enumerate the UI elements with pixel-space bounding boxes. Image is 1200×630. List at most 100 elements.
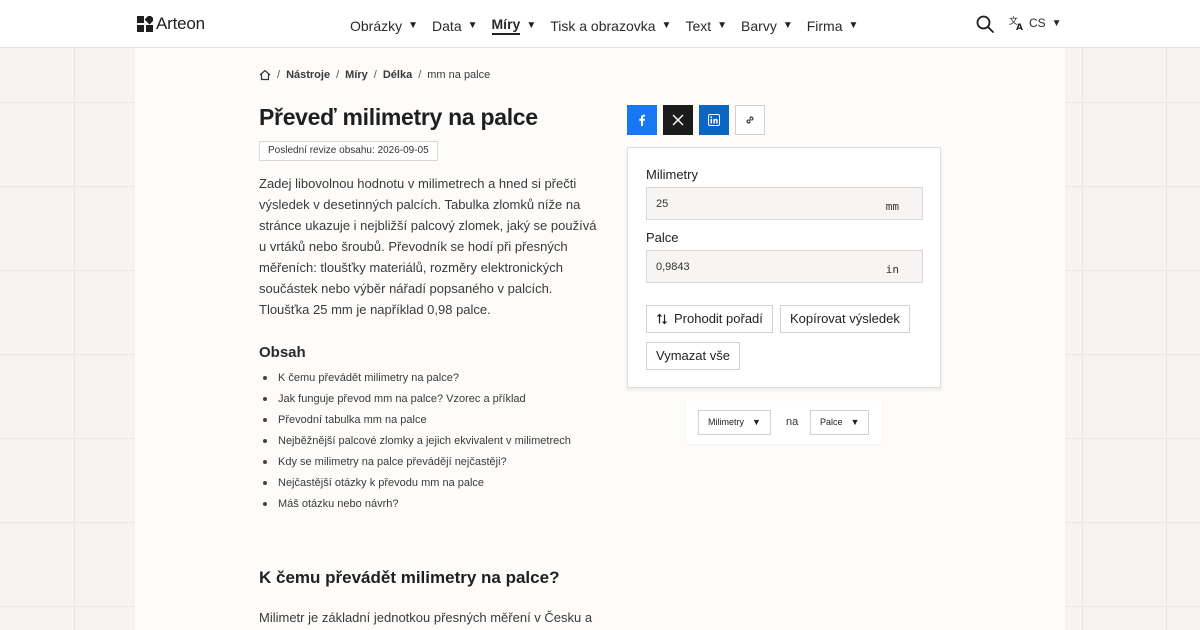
millimeters-unit: mm: [885, 200, 899, 213]
logo[interactable]: Arteon: [137, 14, 205, 34]
nav-item-data[interactable]: Data ▼: [432, 16, 477, 35]
breadcrumb-separator: /: [373, 69, 377, 81]
unit-selector: Milimetry ▼ na Palce ▼: [686, 401, 882, 444]
bullet-icon: [263, 481, 267, 485]
share-buttons: [627, 105, 771, 135]
section-title: K čemu převádět milimetry na palce?: [259, 568, 560, 587]
nav-item-firma[interactable]: Firma ▼: [807, 16, 859, 35]
caret-down-icon: ▼: [526, 20, 537, 31]
intro-paragraph: Zadej libovolnou hodnotu v milimetrech a…: [259, 173, 599, 320]
toc-link[interactable]: Nejčastější otázky k převodu mm na palce: [278, 475, 484, 491]
caret-down-icon: ▼: [848, 20, 859, 31]
nav-label: Míry: [491, 16, 521, 35]
toc-item: Převodní tabulka mm na palce: [259, 412, 571, 433]
search-icon[interactable]: [975, 14, 995, 34]
swap-button[interactable]: Prohodit pořadí: [646, 305, 773, 333]
logo-icon: [137, 16, 153, 32]
bullet-icon: [263, 460, 267, 464]
to-unit-dropdown[interactable]: Palce ▼: [810, 410, 870, 435]
logo-text: Arteon: [156, 14, 205, 33]
swap-icon: [657, 313, 667, 325]
caret-down-icon: ▼: [850, 417, 860, 427]
toc-link[interactable]: Máš otázku nebo návrh?: [278, 496, 398, 512]
nav-label: Data: [432, 17, 462, 34]
language-selector[interactable]: 文 A CS ▼: [1009, 15, 1062, 31]
nav-item-tisk[interactable]: Tisk a obrazovka ▼: [550, 16, 671, 35]
toc-link[interactable]: Kdy se milimetry na palce převádějí nejč…: [278, 454, 507, 470]
nav-item-obrazky[interactable]: Obrázky ▼: [350, 16, 418, 35]
toc-item: Nejběžnější palcové zlomky a jejich ekvi…: [259, 433, 571, 454]
breadcrumb: / Nástroje / Míry / Délka / mm na palce: [259, 69, 490, 81]
nav-item-barvy[interactable]: Barvy ▼: [741, 16, 793, 35]
share-facebook-button[interactable]: [627, 105, 657, 135]
breadcrumb-miry[interactable]: Míry: [345, 69, 368, 81]
toc-item: Nejčastější otázky k převodu mm na palce: [259, 475, 571, 496]
from-unit-label: Milimetry: [708, 417, 744, 427]
section-text: Milimetr je základní jednotkou přesných …: [259, 610, 593, 625]
svg-text:A: A: [1016, 23, 1023, 31]
copy-result-button[interactable]: Kopírovat výsledek: [780, 305, 910, 333]
bullet-icon: [263, 439, 267, 443]
to-label: Palce: [646, 230, 679, 245]
caret-down-icon: ▼: [467, 20, 478, 31]
nav-item-text[interactable]: Text ▼: [685, 16, 727, 35]
toc-link[interactable]: Nejběžnější palcové zlomky a jejich ekvi…: [278, 433, 571, 449]
toc-item: Kdy se milimetry na palce převádějí nejč…: [259, 454, 571, 475]
from-unit-dropdown[interactable]: Milimetry ▼: [698, 410, 771, 435]
copy-result-label: Kopírovat výsledek: [790, 311, 900, 326]
nav-item-miry[interactable]: Míry ▼: [491, 16, 537, 35]
nav-label: Obrázky: [350, 17, 403, 34]
caret-down-icon: ▼: [661, 20, 672, 31]
breadcrumb-delka[interactable]: Délka: [383, 69, 412, 81]
toc-link[interactable]: Převodní tabulka mm na palce: [278, 412, 427, 428]
bullet-icon: [263, 397, 267, 401]
intro-line: měřeních: tloušťky materiálů, rozměry el…: [259, 260, 563, 275]
nav-label: Firma: [806, 17, 843, 34]
toc-link[interactable]: Jak funguje převod mm na palce? Vzorec a…: [278, 391, 526, 407]
copy-link-button[interactable]: [735, 105, 765, 135]
caret-down-icon: ▼: [408, 20, 419, 31]
caret-down-icon: ▼: [1051, 17, 1062, 29]
toc-link[interactable]: K čemu převádět milimetry na palce?: [278, 370, 459, 386]
caret-down-icon: ▼: [717, 20, 728, 31]
inches-input[interactable]: 0,9843 in: [646, 250, 923, 283]
bullet-icon: [263, 502, 267, 506]
intro-line: stránce ukazuje i nejbližší palcový zlom…: [259, 218, 597, 233]
inches-unit: in: [885, 263, 899, 276]
millimeters-value: 25: [656, 198, 669, 210]
breadcrumb-nastroje[interactable]: Nástroje: [286, 69, 330, 81]
from-label: Milimetry: [646, 167, 698, 182]
intro-line: Zadej libovolnou hodnotu v milimetrech a…: [259, 176, 577, 191]
page-title: Převeď milimetry na palce: [259, 104, 538, 130]
toc-item: Máš otázku nebo návrh?: [259, 496, 571, 517]
nav-label: Tisk a obrazovka: [550, 17, 656, 34]
toc-item: K čemu převádět milimetry na palce?: [259, 370, 571, 391]
breadcrumb-separator: /: [277, 69, 281, 81]
to-unit-label: Palce: [820, 417, 843, 427]
bullet-icon: [263, 376, 267, 380]
swap-label: Prohodit pořadí: [674, 311, 763, 326]
clear-all-label: Vymazat vše: [656, 348, 730, 363]
table-of-contents: K čemu převádět milimetry na palce? Jak …: [259, 370, 571, 517]
millimeters-input[interactable]: 25 mm: [646, 187, 923, 220]
clear-all-button[interactable]: Vymazat vše: [646, 342, 740, 370]
intro-line: u vrtáků nebo šroubů. Převodník se hodí …: [259, 239, 568, 254]
nav-label: Barvy: [741, 17, 777, 34]
breadcrumb-separator: /: [418, 69, 422, 81]
translate-icon: 文 A: [1009, 15, 1023, 31]
share-x-button[interactable]: [663, 105, 693, 135]
caret-down-icon: ▼: [752, 417, 761, 427]
link-icon: [746, 116, 754, 124]
share-linkedin-button[interactable]: [699, 105, 729, 135]
facebook-icon: [639, 114, 646, 126]
bullet-icon: [263, 418, 267, 422]
nav-label: Text: [685, 17, 712, 34]
toc-title: Obsah: [259, 344, 306, 361]
intro-line: výsledek v desetinných palcích. Tabulka …: [259, 197, 581, 212]
main-nav: Obrázky ▼ Data ▼ Míry ▼ Tisk a obrazovka…: [350, 16, 872, 35]
caret-down-icon: ▼: [782, 20, 793, 31]
revision-badge: Poslední revize obsahu: 2026-09-05: [259, 141, 438, 161]
toc-item: Jak funguje převod mm na palce? Vzorec a…: [259, 391, 571, 412]
linkedin-icon: [708, 114, 720, 126]
home-icon[interactable]: [259, 69, 271, 81]
